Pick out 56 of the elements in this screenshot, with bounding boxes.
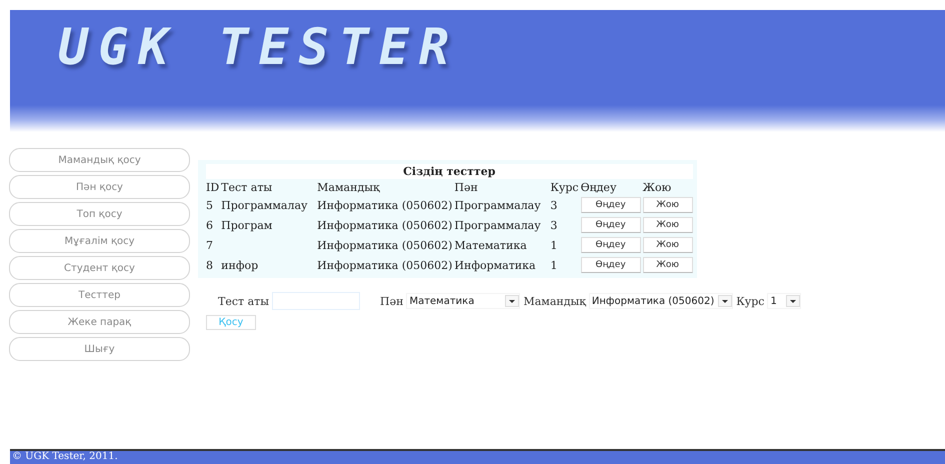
- column-header: Мамандық: [317, 181, 381, 194]
- delete-button[interactable]: Жою: [642, 197, 693, 213]
- table-cell-text: Программалау: [221, 198, 308, 214]
- column-header: Тест аты: [221, 181, 274, 194]
- caret-icon: [505, 295, 520, 307]
- table-cell-text: 3: [550, 198, 558, 214]
- column-header: Курс: [550, 181, 579, 194]
- sidebar-link[interactable]: Студент қосу: [9, 256, 190, 280]
- sidebar-link[interactable]: Шығу: [9, 337, 190, 361]
- table-cell-text: инфор: [221, 258, 260, 274]
- table-cell-text: Информатика (050602): [317, 258, 452, 274]
- table-cell-text: Математика: [454, 238, 528, 254]
- field-label: Мамандық: [523, 294, 586, 308]
- field-label: Курс: [736, 294, 764, 308]
- table-cell-text: 1: [550, 258, 558, 274]
- table-cell-text: Программалау: [454, 198, 542, 214]
- table-cell-text: 7: [206, 238, 214, 254]
- table-cell-text: 3: [550, 218, 558, 234]
- sidebar-link[interactable]: Тесттер: [9, 283, 190, 307]
- delete-button[interactable]: Жою: [642, 217, 693, 233]
- table-cell-text: 6: [206, 218, 214, 234]
- input-field[interactable]: [272, 292, 360, 310]
- sidebar-link[interactable]: Топ қосу: [9, 202, 190, 226]
- column-header: ID: [206, 181, 220, 194]
- table-cell-text: 1: [550, 238, 558, 254]
- dropdown[interactable]: 1: [767, 293, 802, 309]
- edit-button[interactable]: Өңдеу: [580, 217, 641, 233]
- column-header: Өңдеу: [580, 181, 618, 194]
- sidebar-link[interactable]: Жеке парақ: [9, 310, 190, 334]
- column-header: Пән: [454, 181, 479, 194]
- sidebar-link[interactable]: Пән қосу: [9, 175, 190, 199]
- field-label: Тест аты: [218, 294, 269, 308]
- field-label: Пән: [380, 294, 404, 308]
- table-title: Сіздің тесттер: [206, 164, 693, 179]
- column-header: Жою: [642, 181, 672, 194]
- table-cell-text: Информатика (050602): [317, 238, 452, 254]
- edit-button[interactable]: Өңдеу: [580, 257, 641, 273]
- table-cell-text: Програм: [221, 218, 274, 234]
- table-cell-text: 5: [206, 198, 214, 214]
- delete-button[interactable]: Жою: [642, 237, 693, 253]
- table-cell-text: Информатика (050602): [317, 198, 452, 214]
- edit-button[interactable]: Өңдеу: [580, 237, 641, 253]
- footer: © UGK Tester, 2011.: [10, 449, 945, 464]
- sidebar-link[interactable]: Мамандық қосу: [9, 148, 190, 172]
- edit-button[interactable]: Өңдеу: [580, 197, 641, 213]
- caret-icon: [786, 295, 800, 307]
- table-cell-text: Информатика (050602): [317, 218, 452, 234]
- table-cell-text: Информатика: [454, 258, 537, 274]
- table-cell-text: Программалау: [454, 218, 542, 234]
- caret-icon: [718, 295, 732, 307]
- sidebar-link[interactable]: Мұғалім қосу: [9, 229, 190, 253]
- delete-button[interactable]: Жою: [642, 257, 693, 273]
- table-cell-text: 8: [206, 258, 214, 274]
- dropdown[interactable]: Информатика (050602): [588, 293, 734, 309]
- logo: UGK TESTER: [58, 22, 460, 72]
- dropdown[interactable]: Математика: [406, 293, 520, 309]
